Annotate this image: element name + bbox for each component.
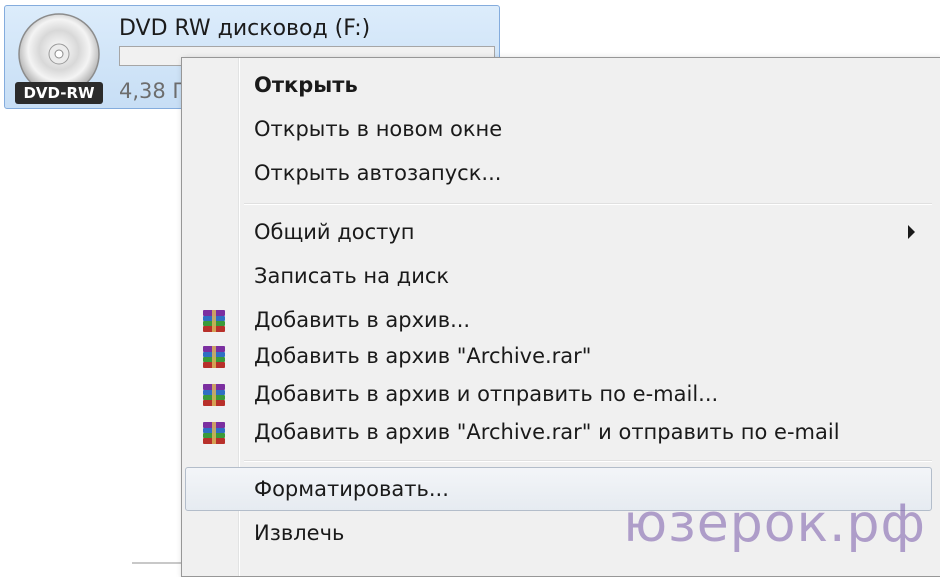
- menu-item-label: Добавить в архив "Archive.rar" и отправи…: [254, 420, 840, 444]
- menu-item-label: Добавить в архив...: [254, 308, 471, 332]
- menu-item-open-new-window[interactable]: Открыть в новом окне: [185, 107, 932, 151]
- drive-name: DVD RW дисковод (F:): [119, 16, 371, 41]
- menu-item-label: Записать на диск: [254, 264, 450, 288]
- menu-item-label: Открыть: [254, 73, 358, 97]
- menu-item-burn-disc[interactable]: Записать на диск: [185, 254, 932, 298]
- watermark: юзерок.рф: [623, 494, 926, 554]
- winrar-icon: [203, 310, 225, 332]
- menu-item-label: Открыть автозапуск...: [254, 161, 502, 185]
- winrar-icon: [203, 384, 225, 406]
- menu-item-share[interactable]: Общий доступ: [185, 210, 932, 254]
- winrar-icon: [203, 346, 225, 368]
- divider: [132, 562, 182, 564]
- menu-item-label: Добавить в архив и отправить по e-mail..…: [254, 382, 719, 406]
- menu-separator: [244, 460, 932, 462]
- dvd-rw-badge: DVD-RW: [23, 84, 95, 102]
- menu-item-label: Открыть в новом окне: [254, 117, 503, 141]
- dvd-drive-icon: DVD-RW: [15, 13, 103, 104]
- menu-item-label: Добавить в архив "Archive.rar": [254, 344, 592, 368]
- winrar-icon: [203, 422, 225, 444]
- menu-item-label: Извлечь: [254, 521, 345, 545]
- menu-separator: [244, 203, 932, 205]
- menu-item-archive-rar-and-email[interactable]: Добавить в архив "Archive.rar" и отправи…: [185, 410, 932, 454]
- submenu-arrow-icon: [908, 225, 915, 239]
- menu-item-open-autoplay[interactable]: Открыть автозапуск...: [185, 151, 932, 195]
- menu-item-label: Форматировать...: [254, 477, 449, 501]
- menu-item-label: Общий доступ: [254, 220, 415, 244]
- menu-item-open[interactable]: Открыть: [185, 63, 932, 107]
